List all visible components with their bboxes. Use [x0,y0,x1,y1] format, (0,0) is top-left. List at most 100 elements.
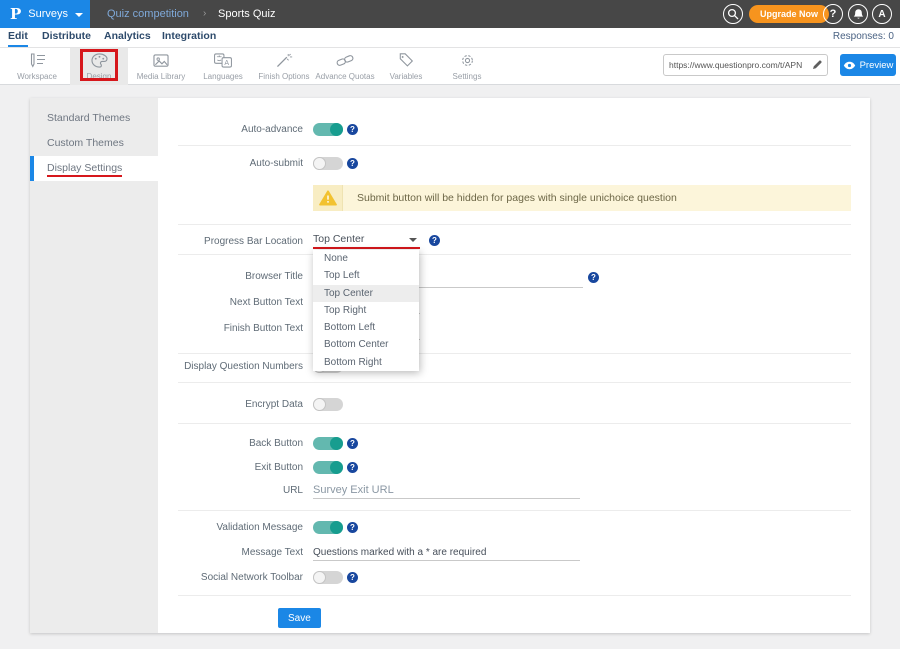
toolbar-item-label: Settings [453,72,482,81]
survey-url-input[interactable] [664,60,807,70]
magic-wand-icon [275,53,293,70]
breadcrumb-current: Sports Quiz [218,8,275,20]
social-network-toolbar-help-icon[interactable]: ? [347,572,358,583]
questionpro-logo-icon: P [10,5,21,23]
sidebar-item-display-settings[interactable]: Display Settings [30,156,158,181]
tab-distribute[interactable]: Distribute [42,28,91,47]
avatar[interactable]: A [872,4,892,24]
exit-button-help-icon[interactable]: ? [347,462,358,473]
toolbar-item-settings[interactable]: Settings [438,48,496,85]
divider [178,423,851,424]
chain-links-icon [335,53,355,70]
message-text-input[interactable] [313,544,580,561]
toggle-knob [313,398,326,411]
divider [178,595,851,596]
menu-item-top-right[interactable]: Top Right [313,302,419,319]
upgrade-now-button[interactable]: Upgrade Now [749,5,829,23]
auto-submit-toggle[interactable] [313,157,343,170]
progress-bar-annotation-red-underline [313,247,420,249]
toolbar-item-label: Media Library [137,72,185,81]
exit-url-input[interactable] [313,482,580,499]
sidebar-item-custom-themes[interactable]: Custom Themes [30,131,158,156]
themes-sidebar: Standard Themes Custom Themes Display Se… [30,98,158,633]
browser-title-help-icon[interactable]: ? [588,272,599,283]
sidebar-item-label: Custom Themes [47,137,124,149]
toolbar-item-label: Finish Options [258,72,309,81]
toggle-knob [330,461,343,474]
back-button-toggle[interactable] [313,437,343,450]
progress-bar-help-icon[interactable]: ? [429,235,440,246]
menu-item-top-left[interactable]: Top Left [313,267,419,284]
toolbar-item-languages[interactable]: A Languages [194,48,252,85]
toolbar-item-media-library[interactable]: Media Library [132,48,190,85]
tab-edit[interactable]: Edit [8,28,28,47]
auto-advance-label: Auto-advance [158,124,303,135]
exit-button-toggle[interactable] [313,461,343,474]
toggle-knob [330,521,343,534]
surveys-menu[interactable]: P Surveys [0,0,90,28]
toolbar-item-label: Languages [203,72,243,81]
sidebar-item-standard-themes[interactable]: Standard Themes [30,106,158,131]
tab-analytics[interactable]: Analytics [104,28,151,47]
divider [178,254,851,255]
preview-button[interactable]: Preview [840,54,896,76]
social-network-toolbar-toggle[interactable] [313,571,343,584]
menu-item-none[interactable]: None [313,250,419,267]
browser-title-label: Browser Title [158,271,303,282]
menu-item-bottom-center[interactable]: Bottom Center [313,336,419,353]
progress-bar-location-label: Progress Bar Location [158,236,303,247]
divider [178,353,851,354]
auto-advance-toggle[interactable] [313,123,343,136]
toggle-knob [330,123,343,136]
toggle-knob [313,571,326,584]
display-settings-form: Auto-advance ? Auto-submit ? Submit butt… [158,98,870,633]
toolbar-item-finish-options[interactable]: Finish Options [255,48,313,85]
save-button[interactable]: Save [278,608,321,628]
breadcrumb-parent[interactable]: Quiz competition [107,8,189,20]
tag-icon [397,53,415,70]
top-bar: P Surveys Quiz competition › Sports Quiz… [0,0,900,28]
edit-url-pencil-icon[interactable] [807,60,827,70]
toolbar-item-workspace[interactable]: Workspace [8,48,66,85]
preview-button-label: Preview [860,60,894,71]
toggle-knob [330,437,343,450]
menu-item-bottom-left[interactable]: Bottom Left [313,319,419,336]
back-button-help-icon[interactable]: ? [347,438,358,449]
menu-item-bottom-right[interactable]: Bottom Right [313,354,419,371]
languages-translate-icon: A [213,53,233,70]
design-annotation-red-box [80,49,118,81]
back-button-label: Back Button [158,438,303,449]
tab-integration[interactable]: Integration [162,28,216,47]
display-question-numbers-label: Display Question Numbers [158,361,303,372]
divider [178,145,851,146]
validation-message-label: Validation Message [158,522,303,533]
chevron-down-icon [409,238,417,242]
progress-bar-location-value: Top Center [313,233,364,245]
toolbar-item-label: Advance Quotas [315,72,374,81]
search-icon[interactable] [723,4,743,24]
finish-button-text-label: Finish Button Text [158,323,303,334]
auto-submit-help-icon[interactable]: ? [347,158,358,169]
menu-item-top-center[interactable]: Top Center [313,285,419,302]
workspace-icon [28,53,46,70]
app-window: P Surveys Quiz competition › Sports Quiz… [0,0,900,649]
message-text-label: Message Text [158,547,303,558]
help-icon[interactable]: ? [823,4,843,24]
progress-bar-location-select[interactable]: Top Center [313,233,420,248]
auto-advance-help-icon[interactable]: ? [347,124,358,135]
design-panel: Standard Themes Custom Themes Display Se… [30,98,870,633]
auto-submit-label: Auto-submit [158,158,303,169]
svg-text:A: A [224,59,229,66]
encrypt-data-toggle[interactable] [313,398,343,411]
toolbar-item-variables[interactable]: Variables [377,48,435,85]
notifications-bell-icon[interactable] [848,4,868,24]
validation-message-help-icon[interactable]: ? [347,522,358,533]
toggle-knob [313,157,326,170]
responses-count: Responses: 0 [833,31,894,42]
toolbar-item-label: Workspace [17,72,57,81]
exit-button-label: Exit Button [158,462,303,473]
toolbar-item-advance-quotas[interactable]: Advance Quotas [316,48,374,85]
validation-message-toggle[interactable] [313,521,343,534]
surveys-menu-label: Surveys [28,8,68,20]
chevron-down-icon [75,13,83,17]
